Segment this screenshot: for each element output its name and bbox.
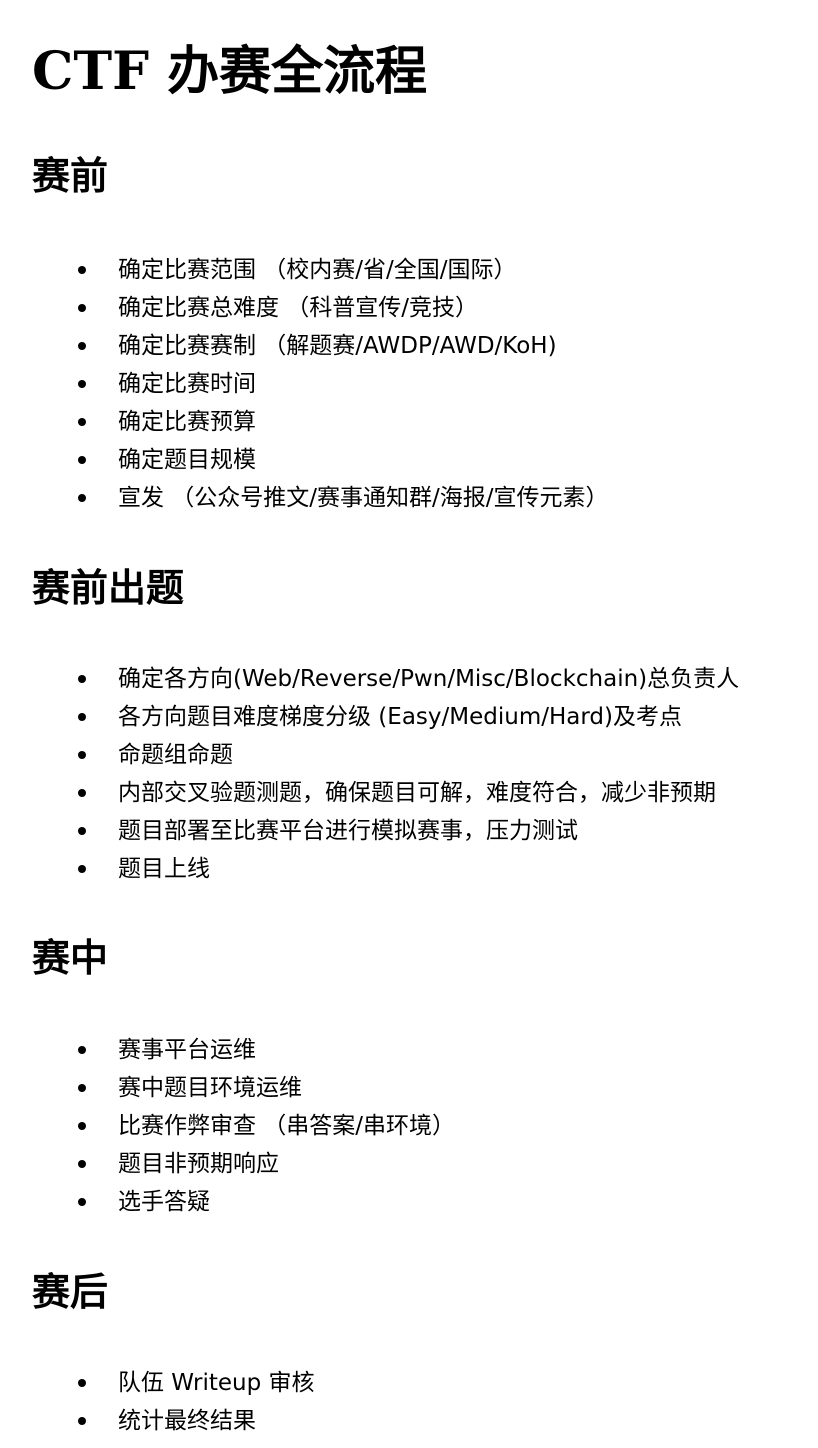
- list-item-text: 宣发 （公众号推文/赛事通知群/海报/宣传元素）: [118, 485, 609, 511]
- bullet-icon: [78, 1379, 86, 1387]
- list-item-text: 各方向题目难度梯度分级 (Easy/Medium/Hard)及考点: [118, 704, 682, 730]
- bullet-icon: [78, 266, 86, 274]
- bullet-icon: [78, 418, 86, 426]
- bullet-icon: [78, 342, 86, 350]
- list-item-text: 确定各方向(Web/Reverse/Pwn/Misc/Blockchain)总负…: [118, 666, 740, 692]
- bullet-icon: [78, 456, 86, 464]
- bullet-icon: [78, 751, 86, 759]
- bullet-icon: [78, 494, 86, 502]
- bullet-icon: [78, 675, 86, 683]
- bullet-icon: [78, 1046, 86, 1054]
- list-item-text: 统计最终结果: [118, 1408, 256, 1434]
- section-heading-during-event: 赛中: [32, 935, 109, 980]
- bullet-icon: [78, 713, 86, 721]
- bullet-icon: [78, 827, 86, 835]
- bullet-icon: [78, 1417, 86, 1425]
- list-item-text: 赛事平台运维: [118, 1037, 256, 1063]
- list-item-text: 题目非预期响应: [118, 1151, 279, 1177]
- section-heading-post-event: 赛后: [32, 1269, 109, 1314]
- list-item-text: 命题组命题: [118, 742, 233, 768]
- bullet-icon: [78, 380, 86, 388]
- list-item-text: 确定比赛时间: [118, 371, 256, 397]
- bullet-icon: [78, 865, 86, 873]
- list-item-text: 选手答疑: [118, 1189, 210, 1215]
- list-item-text: 题目上线: [118, 856, 210, 882]
- list-item-text: 题目部署至比赛平台进行模拟赛事，压力测试: [118, 818, 578, 844]
- bullet-icon: [78, 1160, 86, 1168]
- list-item-text: 确定比赛赛制 （解题赛/AWDP/AWD/KoH): [118, 333, 557, 359]
- document-page: CTF 办赛全流程 赛前 确定比赛范围 （校内赛/省/全国/国际） 确定比赛总难…: [0, 0, 818, 1448]
- list-item-text: 确定题目规模: [118, 447, 256, 473]
- list-item-text: 队伍 Writeup 审核: [118, 1370, 315, 1396]
- page-title: CTF 办赛全流程: [32, 41, 428, 102]
- list-item-text: 内部交叉验题测题，确保题目可解，难度符合，减少非预期: [118, 780, 716, 806]
- section-heading-pre-event: 赛前: [32, 153, 109, 198]
- list-item-text: 赛中题目环境运维: [118, 1075, 302, 1101]
- section-heading-problem-setting: 赛前出题: [32, 565, 185, 610]
- bullet-icon: [78, 1198, 86, 1206]
- bullet-icon: [78, 304, 86, 312]
- list-item-text: 确定比赛范围 （校内赛/省/全国/国际）: [118, 257, 517, 283]
- list-item-text: 比赛作弊审查 （串答案/串环境）: [118, 1113, 456, 1139]
- bullet-icon: [78, 789, 86, 797]
- list-item-text: 确定比赛总难度 （科普宣传/竞技）: [118, 295, 479, 321]
- bullet-icon: [78, 1122, 86, 1130]
- bullet-icon: [78, 1084, 86, 1092]
- list-item-text: 确定比赛预算: [118, 409, 256, 435]
